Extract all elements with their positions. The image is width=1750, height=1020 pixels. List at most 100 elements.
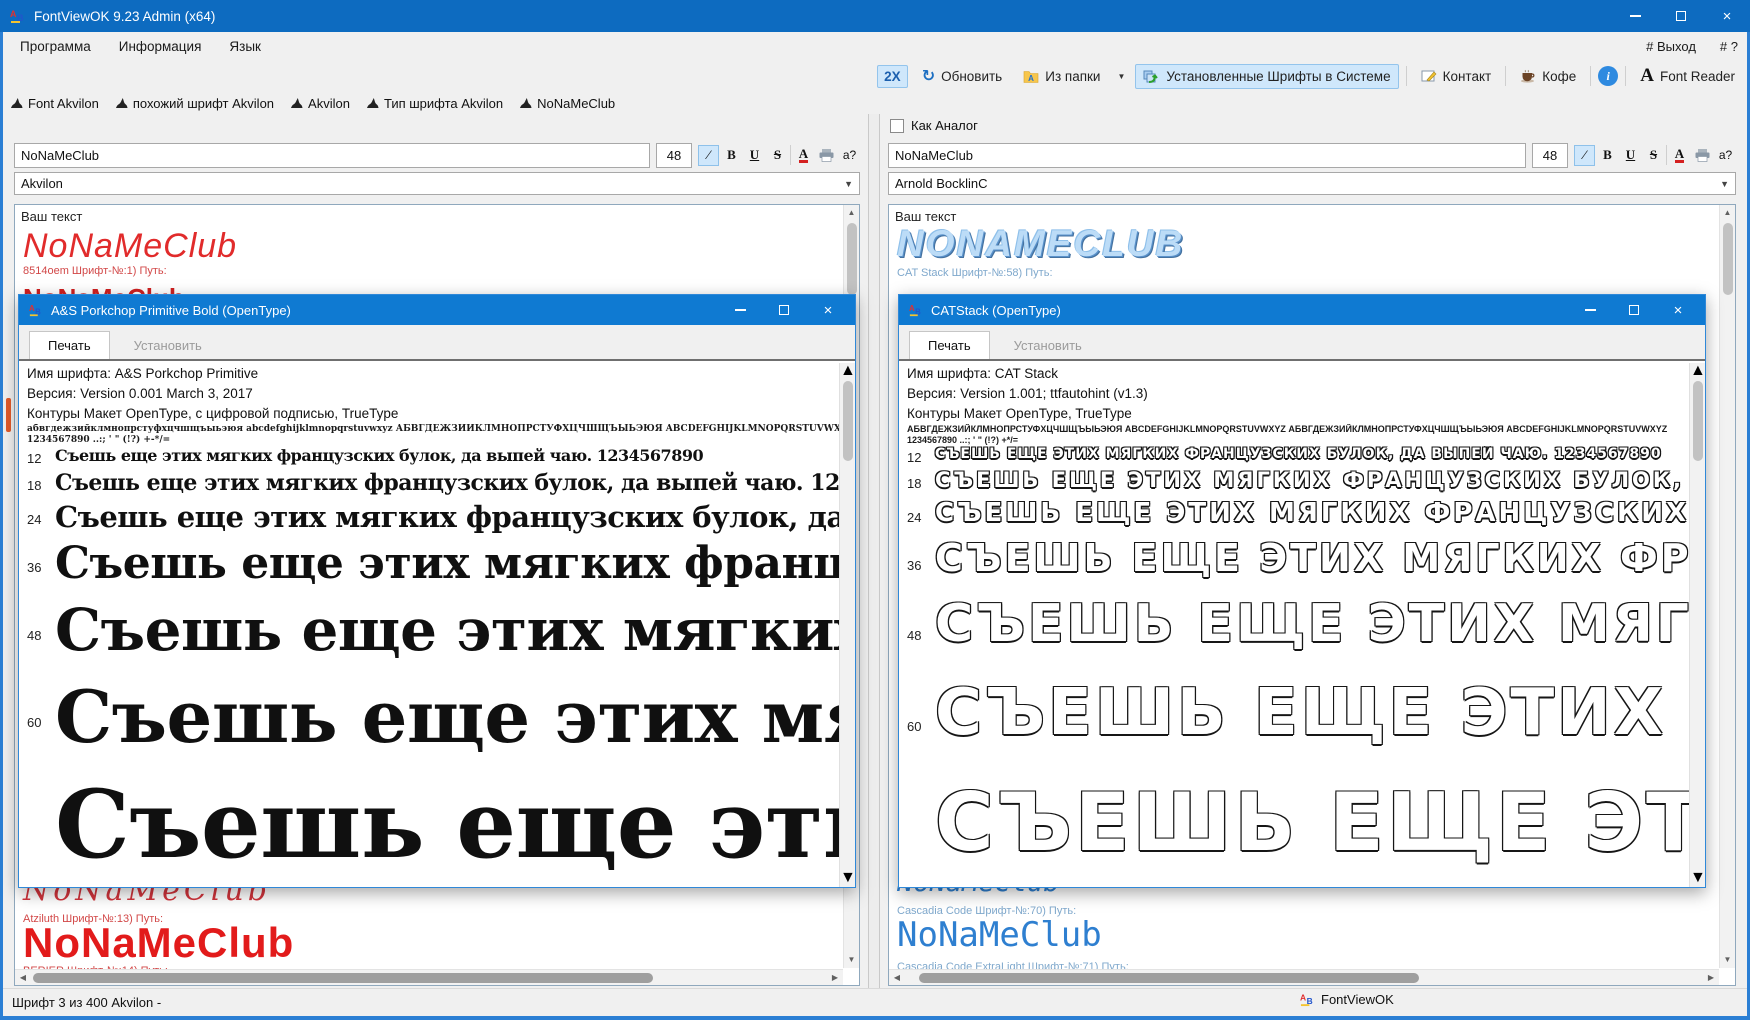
panel-splitter[interactable] — [868, 114, 880, 988]
window-bottom-border — [0, 1016, 1750, 1020]
underline-button[interactable]: U — [744, 145, 765, 166]
size-row-48: 48 СЪЕШЬ ЕЩЕ ЭТИХ МЯГКИХ ФРАНЦУЗСКИХ БУЛ… — [907, 594, 1705, 676]
tab-font-icon — [366, 97, 379, 109]
as-analog-checkbox[interactable] — [890, 119, 904, 133]
from-folder-dropdown[interactable]: ▼ — [1114, 68, 1128, 85]
font-size-input-left[interactable] — [656, 143, 692, 168]
scroll-up-icon[interactable]: ▲ — [840, 363, 855, 379]
svg-text:A: A — [10, 9, 17, 19]
tab-install[interactable]: Установить — [116, 332, 220, 359]
scroll-left-icon[interactable]: ◀ — [15, 970, 31, 986]
status-text: Шрифт 3 из 400 Akvilon - — [12, 995, 161, 1010]
menu-information[interactable]: Информация — [107, 35, 214, 58]
font-sample-akvilon[interactable]: NoNaMeClub — [23, 227, 237, 266]
font-info-button[interactable]: a? — [1715, 145, 1736, 166]
font-color-button[interactable]: A — [1669, 145, 1690, 166]
menu-help[interactable]: # ? — [1720, 39, 1738, 54]
scroll-up-icon[interactable]: ▲ — [1720, 205, 1735, 221]
menu-exit[interactable]: # Выход — [1646, 39, 1696, 54]
font-select-left[interactable]: Akvilon ▼ — [14, 172, 860, 195]
scrollbar-thumb[interactable] — [843, 381, 853, 461]
contact-button[interactable]: Контакт — [1414, 65, 1499, 88]
scroll-down-icon[interactable]: ▼ — [840, 869, 855, 887]
info-button[interactable]: i — [1598, 66, 1618, 86]
horizontal-scrollbar[interactable]: ◀ ▶ — [15, 969, 843, 985]
underline-button[interactable]: U — [1620, 145, 1641, 166]
font-color-button[interactable]: A — [793, 145, 814, 166]
close-icon: × — [824, 303, 833, 318]
menu-program[interactable]: Программа — [8, 35, 103, 58]
scroll-up-icon[interactable]: ▲ — [1690, 363, 1705, 379]
size-label: 36 — [907, 558, 935, 573]
scrollbar-thumb[interactable] — [1723, 223, 1733, 295]
vertical-scrollbar[interactable]: ▲ ▼ — [839, 363, 855, 887]
zoom-2x-button[interactable]: 2X — [877, 65, 908, 88]
tab-font-type[interactable]: Тип шрифта Akvilon — [362, 95, 507, 112]
pangram-sample: Съешь еще этих мягких французских булок,… — [55, 538, 855, 596]
print-button[interactable] — [816, 145, 837, 166]
italic-button[interactable]: ∕ — [698, 145, 719, 166]
tab-font-icon — [10, 97, 23, 109]
maximize-button[interactable] — [1658, 0, 1704, 32]
sample-text-input-left[interactable] — [14, 143, 650, 168]
close-button[interactable]: × — [819, 301, 837, 319]
minimize-button[interactable] — [731, 301, 749, 319]
scroll-down-icon[interactable]: ▼ — [844, 952, 859, 968]
scroll-left-icon[interactable]: ◀ — [889, 970, 905, 986]
scrollbar-thumb[interactable] — [847, 223, 857, 295]
close-button[interactable]: × — [1704, 0, 1750, 32]
font-sample-berier[interactable]: NoNaMeClub — [23, 919, 294, 967]
font-info-button[interactable]: a? — [839, 145, 860, 166]
vertical-scrollbar[interactable]: ▲ ▼ — [1719, 205, 1735, 968]
menu-language[interactable]: Язык — [217, 35, 273, 58]
size-label: 36 — [27, 560, 55, 575]
minimize-button[interactable] — [1612, 0, 1658, 32]
from-folder-button[interactable]: A Из папки — [1016, 65, 1107, 88]
bold-button[interactable]: B — [1597, 145, 1618, 166]
tab-nonameclub[interactable]: NoNaMeClub — [515, 95, 619, 112]
scroll-down-icon[interactable]: ▼ — [1720, 952, 1735, 968]
italic-button[interactable]: ∕ — [1574, 145, 1595, 166]
tab-font-akvilon[interactable]: Font Akvilon — [6, 95, 103, 112]
horizontal-scrollbar[interactable]: ◀ ▶ — [889, 969, 1719, 985]
print-button[interactable] — [1692, 145, 1713, 166]
scrollbar-thumb[interactable] — [919, 973, 1419, 983]
vertical-scrollbar[interactable]: ▲ ▼ — [1689, 363, 1705, 887]
tab-install[interactable]: Установить — [996, 332, 1100, 359]
font-reader-button[interactable]: A Font Reader — [1633, 61, 1742, 91]
minimize-button[interactable] — [1581, 301, 1599, 319]
close-button[interactable]: × — [1669, 301, 1687, 319]
installed-fonts-button[interactable]: Установленные Шрифты в Системе — [1135, 64, 1398, 89]
contact-icon — [1421, 69, 1437, 83]
scroll-right-icon[interactable]: ▶ — [1703, 970, 1719, 986]
scroll-down-icon[interactable]: ▼ — [1690, 869, 1705, 887]
font-sample-cascadia-extralight[interactable]: NoNaMeClub — [897, 915, 1102, 955]
tab-akvilon[interactable]: Akvilon — [286, 95, 354, 112]
tab-similar-font[interactable]: похожий шрифт Akvilon — [111, 95, 278, 112]
close-icon: × — [1723, 9, 1732, 24]
coffee-button[interactable]: Кофе — [1513, 65, 1583, 88]
refresh-button[interactable]: ↻ Обновить — [915, 62, 1010, 90]
bold-button[interactable]: B — [721, 145, 742, 166]
font-preview-window-catstack: AB CATStack (OpenType) × Печать Установи… — [898, 294, 1706, 888]
maximize-button[interactable] — [775, 301, 793, 319]
tab-print[interactable]: Печать — [29, 331, 110, 359]
sample-text-input-right[interactable] — [888, 143, 1526, 168]
maximize-button[interactable] — [1625, 301, 1643, 319]
size-label: 60 — [907, 719, 935, 734]
scroll-right-icon[interactable]: ▶ — [827, 970, 843, 986]
scrollbar-thumb[interactable] — [33, 973, 653, 983]
font-sample-catstack[interactable]: NONAMECLUB — [897, 223, 1184, 265]
size-row-partial: Съешь еще этих мягких французских булок,… — [27, 770, 855, 887]
tab-print[interactable]: Печать — [909, 331, 990, 359]
strikethrough-button[interactable]: S — [1643, 145, 1664, 166]
format-toolbar-left: ∕ B U S A a? — [698, 145, 860, 166]
font-size-input-right[interactable] — [1532, 143, 1568, 168]
strikethrough-button[interactable]: S — [767, 145, 788, 166]
font-sample-caption: 8514oem Шрифт-№:1) Путь: — [23, 265, 167, 277]
font-detail-body: Имя шрифта: A&S Porkchop Primitive Верси… — [19, 361, 855, 887]
font-select-right[interactable]: Arnold BocklinC ▼ — [888, 172, 1736, 195]
window-left-border — [0, 32, 3, 1016]
scrollbar-thumb[interactable] — [1693, 381, 1703, 461]
scroll-up-icon[interactable]: ▲ — [844, 205, 859, 221]
